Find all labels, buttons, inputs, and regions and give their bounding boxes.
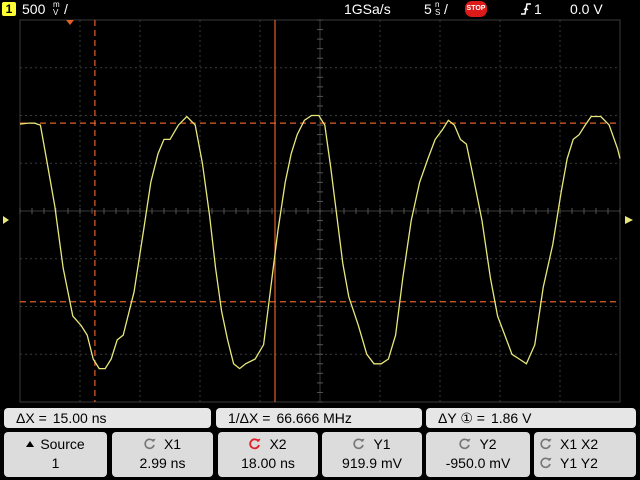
- vertical-scale-unit: m V: [53, 1, 60, 17]
- inverse-delta-x-readout: 1/ΔX = 66.666 MHz: [216, 408, 422, 428]
- source-softkey[interactable]: Source 1: [4, 432, 107, 477]
- delta-x-label: ΔX =: [16, 410, 47, 426]
- trigger-level: 0.0 V: [570, 1, 603, 17]
- channel-1-ground-marker-icon: [3, 216, 9, 224]
- run-stop-badge[interactable]: STOP: [465, 1, 487, 17]
- x1x2-label: X1 X2: [560, 436, 599, 452]
- entry-knob-active-icon: [249, 438, 261, 450]
- timebase-unit: n S: [435, 1, 440, 17]
- trigger-position-marker: [66, 20, 74, 25]
- timebase-slash: /: [444, 1, 448, 17]
- graticule: [19, 19, 621, 403]
- y1-softkey[interactable]: Y1 919.9 mV: [322, 432, 422, 477]
- x2-softkey[interactable]: X2 18.00 ns: [218, 432, 318, 477]
- delta-y-readout: ΔY ① = 1.86 V: [426, 408, 636, 428]
- vertical-scale-value: 500: [22, 1, 46, 17]
- x1-label: X1: [163, 436, 182, 452]
- timebase-value: 5: [424, 1, 432, 17]
- trigger-source: 1: [534, 1, 542, 17]
- entry-knob-icon: [144, 438, 156, 450]
- y1y2-label: Y1 Y2: [560, 455, 598, 471]
- timebase-unit-bottom: S: [435, 8, 441, 17]
- trigger-edge-icon: [521, 3, 531, 15]
- vertical-scale-slash: /: [64, 1, 68, 17]
- menu-up-arrow-icon: [26, 441, 35, 447]
- waveform-display[interactable]: [0, 18, 640, 404]
- y2-value: -950.0 mV: [445, 455, 511, 471]
- y2-label: Y2: [479, 436, 497, 452]
- entry-knob-icon: [540, 457, 552, 469]
- y1-label: Y1: [373, 436, 391, 452]
- x1-softkey[interactable]: X1 2.99 ns: [112, 432, 213, 477]
- entry-knob-icon: [459, 438, 471, 450]
- trigger-level-marker-icon: [625, 216, 633, 224]
- status-bar: 1 500 m V / 1GSa/s 5 n S / STOP 1 0.0 V: [0, 0, 640, 18]
- x2-value: 18.00 ns: [241, 455, 295, 471]
- delta-y-label: ΔY ① =: [438, 410, 485, 426]
- y2-softkey[interactable]: Y2 -950.0 mV: [426, 432, 530, 477]
- delta-x-value: 15.00 ns: [52, 410, 107, 426]
- source-label: Source: [40, 436, 85, 452]
- source-value: 1: [51, 455, 60, 471]
- channel-1-badge[interactable]: 1: [2, 2, 16, 16]
- vertical-scale-unit-bottom: V: [53, 8, 59, 17]
- cursor-link-softkey[interactable]: X1 X2 Y1 Y2: [534, 432, 636, 477]
- x2-label: X2: [269, 436, 287, 452]
- x1-value: 2.99 ns: [139, 455, 186, 471]
- inverse-delta-x-label: 1/ΔX =: [228, 410, 271, 426]
- entry-knob-icon: [540, 438, 552, 450]
- sample-rate: 1GSa/s: [344, 1, 391, 17]
- delta-y-value: 1.86 V: [490, 410, 532, 426]
- entry-knob-icon: [353, 438, 365, 450]
- delta-x-readout: ΔX = 15.00 ns: [4, 408, 211, 428]
- y1-value: 919.9 mV: [342, 455, 402, 471]
- inverse-delta-x-value: 66.666 MHz: [276, 410, 352, 426]
